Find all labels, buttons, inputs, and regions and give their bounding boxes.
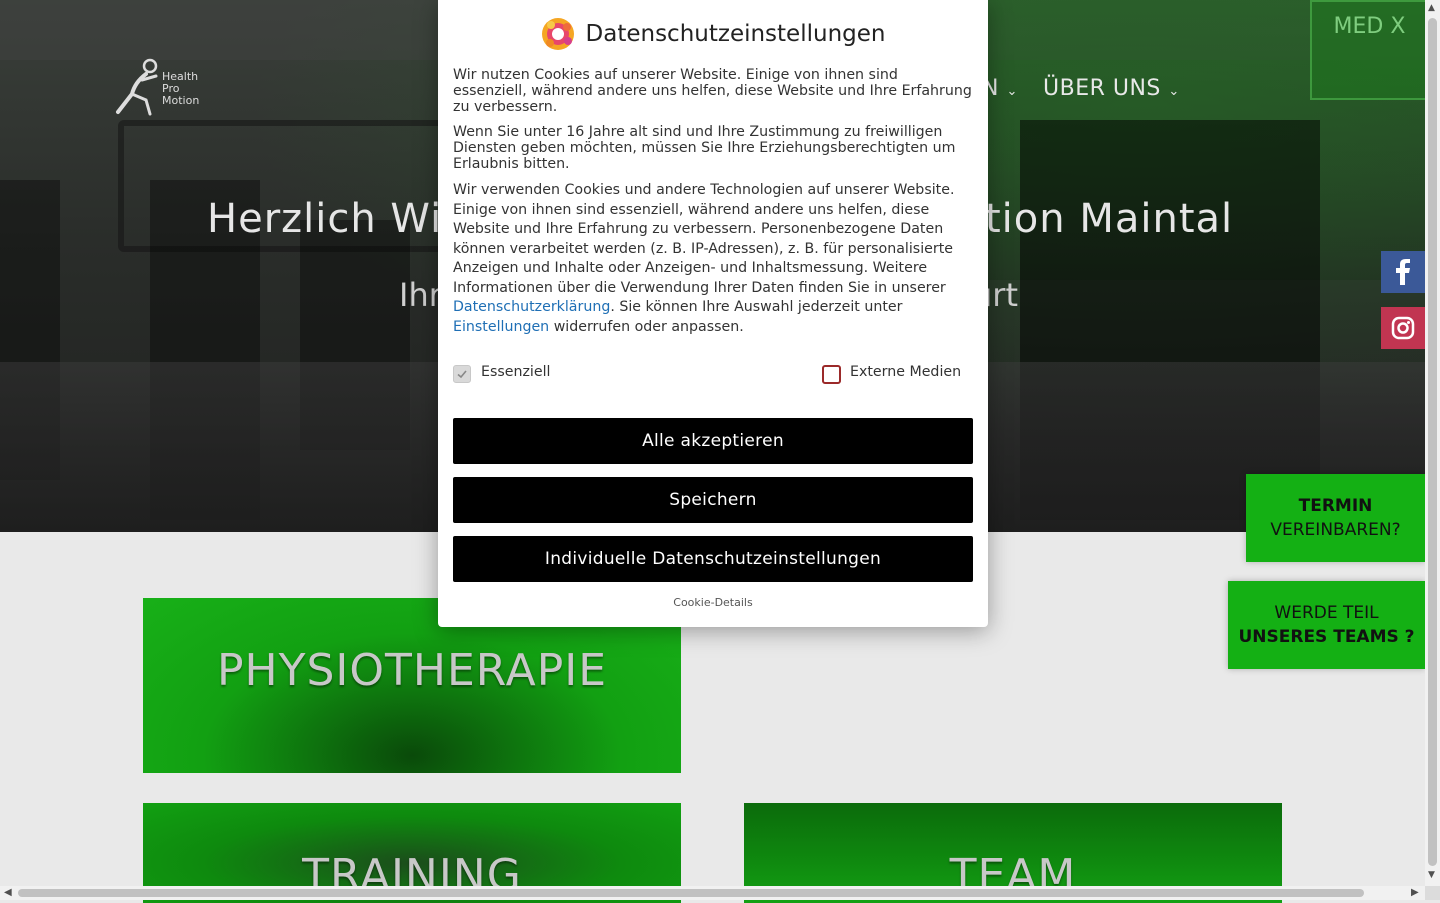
consent-paragraph-3-text-c: widerrufen oder anpassen. xyxy=(549,318,744,335)
consent-paragraph-3: Wir verwenden Cookies und andere Technol… xyxy=(453,181,973,337)
wall-sign: MED X xyxy=(1310,0,1425,100)
privacy-policy-link[interactable]: Datenschutzerklärung xyxy=(453,299,610,315)
consent-paragraph-3-text-a: Wir verwenden Cookies und andere Technol… xyxy=(453,182,955,296)
scroll-down-icon[interactable]: ▼ xyxy=(1428,870,1435,880)
horizontal-scrollbar[interactable]: ◀ ▶ xyxy=(0,886,1425,900)
card-label: PHYSIOTHERAPIE xyxy=(217,645,607,696)
cta-team-line2: UNSERES TEAMS ? xyxy=(1238,627,1415,647)
consent-paragraph-2: Wenn Sie unter 16 Jahre alt sind und Ihr… xyxy=(453,124,956,172)
scrollbar-corner xyxy=(1425,886,1440,900)
hero-title-right: tion Maintal xyxy=(985,196,1234,242)
dialog-body: Wir nutzen Cookies auf unserer Website. … xyxy=(453,67,973,346)
chevron-down-icon: ⌄ xyxy=(1006,84,1018,99)
cta-appointment-line1: TERMIN xyxy=(1298,496,1373,516)
consent-paragraph-1: Wir nutzen Cookies auf unserer Website. … xyxy=(453,67,972,115)
individual-settings-button[interactable]: Individuelle Datenschutzeinstellungen xyxy=(453,536,973,582)
facebook-icon xyxy=(1396,259,1410,285)
join-team-cta-button[interactable]: WERDE TEIL UNSERES TEAMS ? xyxy=(1228,581,1425,669)
scroll-left-icon[interactable]: ◀ xyxy=(4,886,12,900)
site-logo[interactable]: Health Pro Motion xyxy=(112,56,212,118)
accept-all-button[interactable]: Alle akzeptieren xyxy=(453,418,973,464)
dialog-title: Datenschutzeinstellungen xyxy=(585,21,886,47)
logo-text-motion: Motion xyxy=(162,94,200,107)
nav-item-ueber-uns[interactable]: ÜBER UNS ⌄ xyxy=(1043,76,1180,101)
consent-paragraph-3-text-b: . Sie können Ihre Auswahl jederzeit unte… xyxy=(610,299,903,315)
settings-link[interactable]: Einstellungen xyxy=(453,319,549,335)
nav-item-label: ÜBER UNS xyxy=(1043,76,1161,101)
essential-checkbox-label: Essenziell xyxy=(481,364,551,380)
appointment-cta-button[interactable]: TERMIN VEREINBAREN? xyxy=(1246,474,1425,562)
consent-logo-icon xyxy=(541,18,574,50)
cookie-details-link[interactable]: Cookie-Details xyxy=(438,596,988,609)
privacy-settings-dialog: Datenschutzeinstellungen Wir nutzen Cook… xyxy=(438,0,988,627)
consent-checkbox-row: Essenziell Externe Medien xyxy=(453,361,973,387)
runner-logo-icon xyxy=(116,58,158,116)
hero-subtitle-left: Ihr xyxy=(399,276,442,314)
instagram-button[interactable] xyxy=(1381,307,1425,349)
scroll-right-icon[interactable]: ▶ xyxy=(1411,886,1419,900)
cta-appointment-line2: VEREINBAREN? xyxy=(1270,520,1401,540)
instagram-icon xyxy=(1391,316,1415,340)
essential-checkbox[interactable] xyxy=(453,365,471,383)
horizontal-scrollbar-thumb[interactable] xyxy=(18,889,1364,897)
dialog-header: Datenschutzeinstellungen xyxy=(438,17,988,51)
vertical-scrollbar[interactable]: ▲ ▼ xyxy=(1425,0,1440,886)
save-button[interactable]: Speichern xyxy=(453,477,973,523)
cta-team-line1: WERDE TEIL xyxy=(1274,603,1379,623)
checkmark-icon xyxy=(457,370,467,379)
external-media-checkbox-label: Externe Medien xyxy=(850,364,962,380)
chevron-down-icon: ⌄ xyxy=(1168,84,1180,99)
vertical-scrollbar-thumb[interactable] xyxy=(1428,18,1437,866)
hero-title-left: Herzlich Wi xyxy=(207,196,443,242)
external-media-checkbox[interactable] xyxy=(822,365,841,384)
facebook-button[interactable] xyxy=(1381,251,1425,293)
scroll-up-icon[interactable]: ▲ xyxy=(1428,3,1435,13)
logo-text: Health Pro Motion xyxy=(162,71,199,107)
